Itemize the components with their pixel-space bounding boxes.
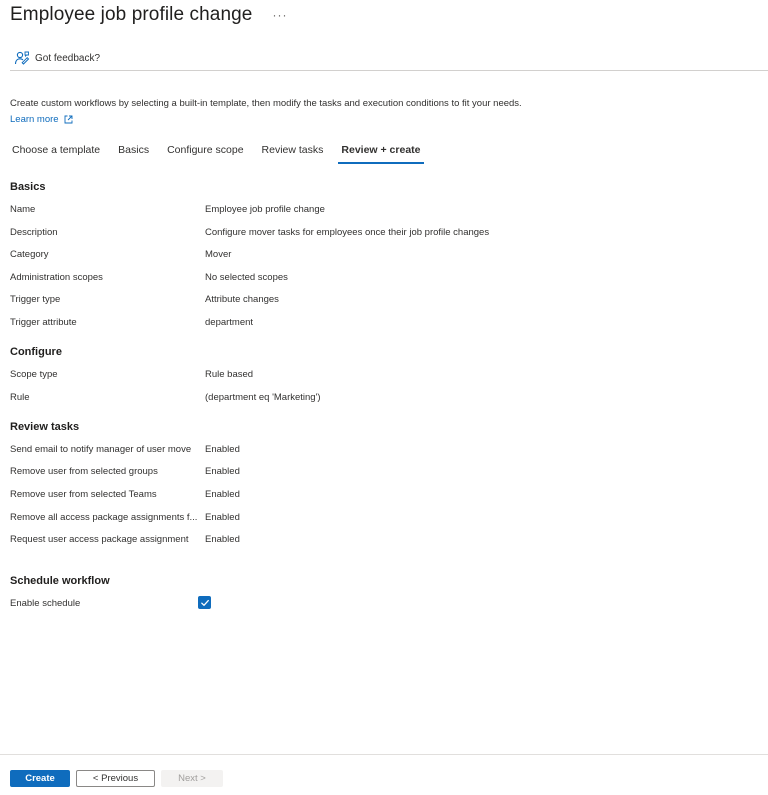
tab-review-tasks[interactable]: Review tasks — [259, 140, 327, 164]
task-value-remove-access-packages: Enabled — [205, 512, 240, 523]
feedback-link[interactable]: Got feedback? — [14, 49, 100, 67]
enable-schedule-label: Enable schedule — [10, 598, 81, 609]
basics-heading: Basics — [10, 181, 46, 193]
page-title: Employee job profile change — [10, 4, 253, 25]
basics-label-description: Description — [10, 227, 58, 238]
footer-divider — [0, 754, 768, 755]
checkmark-icon — [200, 599, 209, 606]
wizard-tabs: Choose a template Basics Configure scope… — [10, 140, 436, 164]
basics-label-admin-scopes: Administration scopes — [10, 272, 103, 283]
configure-value-rule: (department eq 'Marketing') — [205, 392, 321, 403]
basics-value-description: Configure mover tasks for employees once… — [205, 227, 490, 238]
next-button: Next > — [161, 770, 223, 787]
title-row: Employee job profile change ··· — [10, 2, 287, 28]
create-button[interactable]: Create — [10, 770, 70, 787]
task-value-remove-teams: Enabled — [205, 489, 240, 500]
review-tasks-heading: Review tasks — [10, 421, 80, 433]
open-external-icon — [64, 115, 73, 124]
tab-choose-template[interactable]: Choose a template — [10, 140, 103, 164]
basics-value-name: Employee job profile change — [205, 204, 325, 215]
review-create-page: Employee job profile change ··· Got feed… — [0, 0, 768, 795]
basics-label-name: Name — [10, 204, 36, 215]
intro-description: Create custom workflows by selecting a b… — [10, 98, 522, 109]
task-value-remove-groups: Enabled — [205, 466, 240, 477]
feedback-label: Got feedback? — [35, 52, 101, 64]
schedule-heading: Schedule workflow — [10, 575, 110, 587]
task-label-request-access-package: Request user access package assignment — [10, 534, 189, 545]
header-divider — [10, 70, 768, 71]
basics-label-trigger-type: Trigger type — [10, 294, 61, 305]
basics-value-category: Mover — [205, 249, 232, 260]
tab-basics[interactable]: Basics — [115, 140, 152, 164]
enable-schedule-checkbox[interactable] — [198, 596, 211, 609]
configure-label-rule: Rule — [10, 392, 30, 403]
basics-value-admin-scopes: No selected scopes — [205, 272, 288, 283]
basics-label-category: Category — [10, 249, 49, 260]
more-options-icon[interactable]: ··· — [272, 8, 287, 22]
basics-value-trigger-attribute: department — [205, 317, 254, 328]
configure-heading: Configure — [10, 346, 62, 358]
basics-label-trigger-attribute: Trigger attribute — [10, 317, 77, 328]
learn-more-label: Learn more — [10, 114, 59, 125]
tab-review-create[interactable]: Review + create — [338, 140, 424, 164]
task-label-remove-access-packages: Remove all access package assignments f.… — [10, 512, 198, 523]
task-label-remove-groups: Remove user from selected groups — [10, 466, 158, 477]
feedback-person-icon — [14, 50, 30, 66]
previous-button[interactable]: < Previous — [76, 770, 155, 787]
configure-label-scope-type: Scope type — [10, 369, 58, 380]
basics-value-trigger-type: Attribute changes — [205, 294, 279, 305]
learn-more-link[interactable]: Learn more — [10, 114, 73, 125]
task-value-notify-manager: Enabled — [205, 444, 240, 455]
task-label-remove-teams: Remove user from selected Teams — [10, 489, 157, 500]
task-value-request-access-package: Enabled — [205, 534, 240, 545]
task-label-notify-manager: Send email to notify manager of user mov… — [10, 444, 192, 455]
tab-configure-scope[interactable]: Configure scope — [164, 140, 246, 164]
configure-value-scope-type: Rule based — [205, 369, 254, 380]
